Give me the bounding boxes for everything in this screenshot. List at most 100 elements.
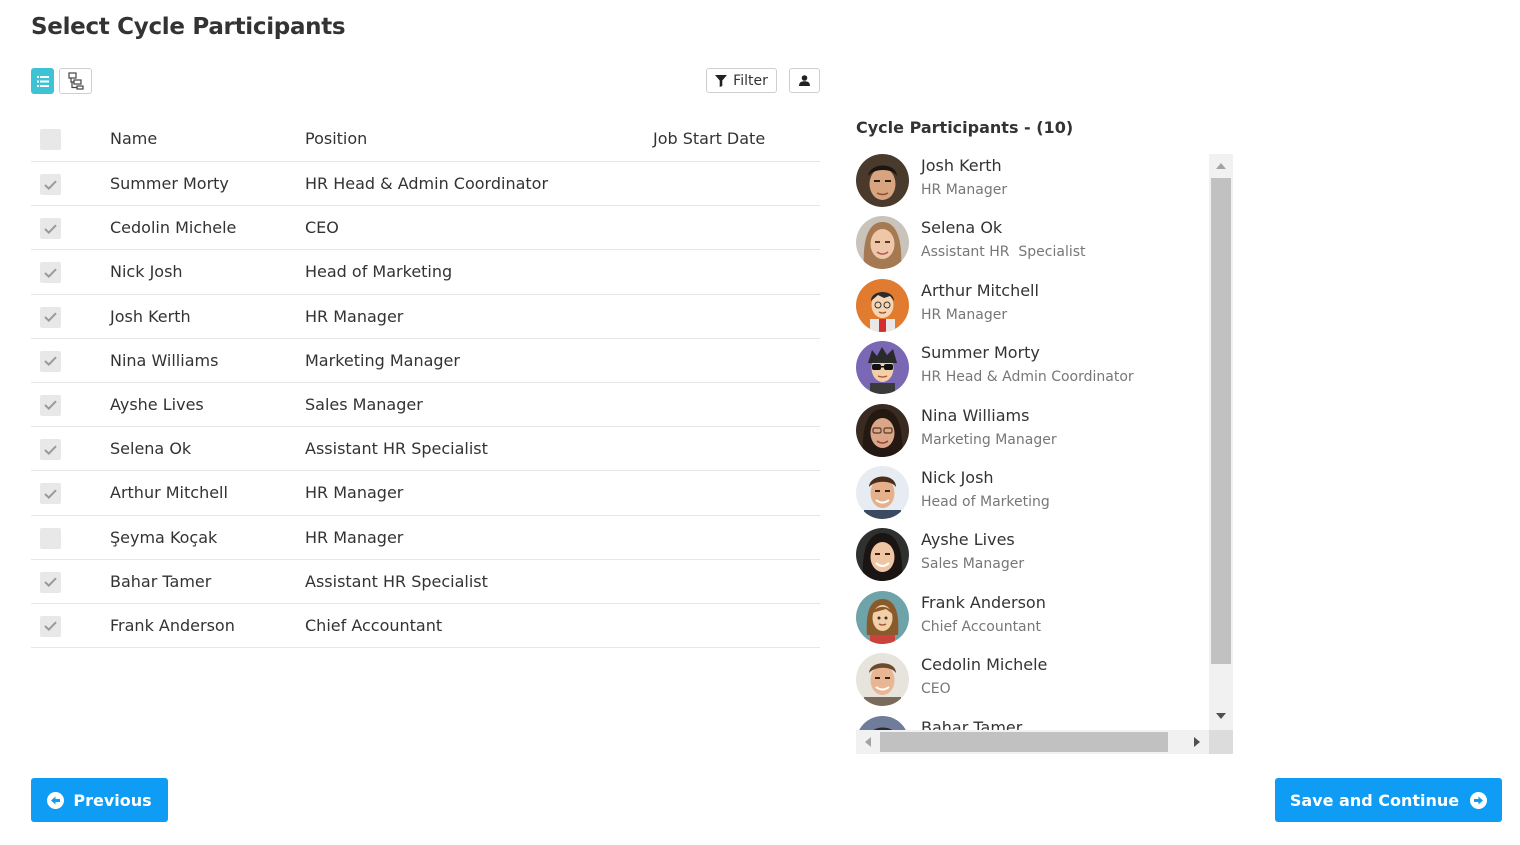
cell-position: HR Manager bbox=[305, 527, 404, 547]
participant-item[interactable]: Frank Anderson Chief Accountant bbox=[856, 590, 1209, 653]
participant-name: Josh Kerth bbox=[921, 156, 1002, 175]
select-all-checkbox[interactable] bbox=[40, 129, 61, 150]
cell-name: Selena Ok bbox=[110, 439, 192, 459]
table-row[interactable]: Summer Morty HR Head & Admin Coordinator bbox=[31, 162, 820, 207]
table-row[interactable]: Şeyma Koçak HR Manager bbox=[31, 516, 820, 560]
checkmark-icon bbox=[44, 621, 57, 632]
list-view-button[interactable] bbox=[31, 68, 54, 94]
row-checkbox[interactable] bbox=[40, 350, 61, 372]
participant-item[interactable]: Bahar Tamer bbox=[856, 715, 1209, 730]
list-icon bbox=[36, 75, 49, 87]
header-name[interactable]: Name bbox=[110, 129, 157, 148]
cell-name: Josh Kerth bbox=[110, 306, 191, 326]
cell-name: Cedolin Michele bbox=[110, 218, 237, 238]
scrollbar-corner bbox=[1209, 730, 1233, 754]
vertical-scrollbar[interactable] bbox=[1209, 154, 1233, 730]
table-row[interactable]: Ayshe Lives Sales Manager bbox=[31, 383, 820, 428]
cell-name: Frank Anderson bbox=[110, 615, 235, 635]
table-row[interactable]: Nina Williams Marketing Manager bbox=[31, 339, 820, 383]
participant-item[interactable]: Cedolin Michele CEO bbox=[856, 653, 1209, 715]
row-checkbox[interactable] bbox=[40, 483, 61, 505]
scroll-up-arrow-icon[interactable] bbox=[1209, 156, 1233, 176]
row-checkbox[interactable] bbox=[40, 306, 61, 328]
cell-position: Assistant HR Specialist bbox=[305, 439, 488, 459]
avatar bbox=[856, 341, 909, 395]
avatar bbox=[856, 653, 909, 707]
filter-label: Filter bbox=[733, 72, 768, 89]
row-checkbox[interactable] bbox=[40, 174, 61, 195]
avatar bbox=[856, 465, 909, 519]
row-checkbox[interactable] bbox=[40, 262, 61, 284]
participant-item[interactable]: Selena Ok Assistant HR Specialist bbox=[856, 216, 1209, 278]
header-position[interactable]: Position bbox=[305, 129, 367, 148]
avatar bbox=[856, 278, 909, 332]
checkmark-icon bbox=[44, 489, 57, 499]
user-filter-button[interactable] bbox=[789, 68, 820, 93]
participant-name: Ayshe Lives bbox=[921, 530, 1015, 550]
row-checkbox[interactable] bbox=[40, 527, 61, 549]
cell-position: Sales Manager bbox=[305, 394, 423, 414]
table-row[interactable]: Nick Josh Head of Marketing bbox=[31, 250, 820, 295]
checkmark-icon bbox=[44, 400, 57, 411]
participant-position: Head of Marketing bbox=[921, 493, 1050, 510]
row-checkbox[interactable] bbox=[40, 218, 61, 240]
save-label: Save and Continue bbox=[1289, 790, 1460, 810]
table-row[interactable]: Josh Kerth HR Manager bbox=[31, 295, 820, 339]
table-row[interactable]: Frank Anderson Chief Accountant bbox=[31, 604, 820, 649]
participant-name: Frank Anderson bbox=[921, 592, 1046, 612]
horizontal-scroll-thumb[interactable] bbox=[880, 732, 1168, 752]
participant-item[interactable]: Nina Williams Marketing Manager bbox=[856, 403, 1209, 466]
user-icon bbox=[799, 75, 810, 86]
row-checkbox[interactable] bbox=[40, 571, 61, 593]
avatar bbox=[856, 403, 909, 457]
checkmark-icon bbox=[44, 180, 57, 190]
cell-position: CEO bbox=[305, 218, 339, 238]
participant-position: Sales Manager bbox=[921, 556, 1025, 573]
row-checkbox[interactable] bbox=[40, 439, 61, 461]
participant-name: Summer Morty bbox=[921, 343, 1040, 363]
header-job-start-date[interactable]: Job Start Date bbox=[653, 129, 765, 148]
arrow-circle-left-icon bbox=[47, 791, 65, 809]
horizontal-scrollbar[interactable] bbox=[856, 730, 1209, 754]
checkmark-icon bbox=[44, 268, 57, 278]
participant-item[interactable]: Nick Josh Head of Marketing bbox=[856, 465, 1209, 528]
participants-title: Cycle Participants - (10) bbox=[856, 118, 1074, 137]
arrow-circle-right-icon bbox=[1470, 791, 1488, 809]
cell-name: Nina Williams bbox=[110, 350, 219, 370]
cell-name: Şeyma Koçak bbox=[110, 527, 218, 547]
participants-panel: Josh Kerth HR Manager Selena Ok Assistant H… bbox=[856, 154, 1233, 754]
cell-position: Assistant HR Specialist bbox=[305, 571, 488, 591]
participant-item[interactable]: Summer Morty HR Head & Admin Coordinator bbox=[856, 341, 1209, 403]
cell-name: Nick Josh bbox=[110, 262, 183, 282]
table-row[interactable]: Cedolin Michele CEO bbox=[31, 206, 820, 251]
participant-position: CEO bbox=[921, 681, 951, 698]
checkmark-icon bbox=[44, 312, 57, 323]
save-and-continue-button[interactable]: Save and Continue bbox=[1275, 778, 1502, 822]
previous-button[interactable]: Previous bbox=[31, 778, 168, 822]
filter-button[interactable]: Filter bbox=[706, 68, 777, 93]
participant-item[interactable]: Arthur Mitchell HR Manager bbox=[856, 278, 1209, 341]
scroll-down-arrow-icon[interactable] bbox=[1209, 706, 1233, 726]
table-row[interactable]: Bahar Tamer Assistant HR Specialist bbox=[31, 560, 820, 604]
participant-position: Marketing Manager bbox=[921, 431, 1057, 448]
scroll-left-arrow-icon[interactable] bbox=[856, 730, 880, 754]
vertical-scroll-thumb[interactable] bbox=[1211, 178, 1231, 664]
avatar bbox=[856, 216, 909, 270]
table-row[interactable]: Arthur Mitchell HR Manager bbox=[31, 471, 820, 516]
participant-item[interactable]: Ayshe Lives Sales Manager bbox=[856, 528, 1209, 590]
tree-view-button[interactable] bbox=[59, 68, 92, 94]
scroll-right-arrow-icon[interactable] bbox=[1185, 730, 1209, 754]
cell-position: HR Head & Admin Coordinator bbox=[305, 174, 549, 193]
table-row[interactable]: Selena Ok Assistant HR Specialist bbox=[31, 427, 820, 472]
participant-name: Selena Ok bbox=[921, 218, 1003, 238]
page-title: Select Cycle Participants bbox=[31, 14, 346, 40]
avatar bbox=[856, 715, 909, 730]
participant-item[interactable]: Josh Kerth HR Manager bbox=[856, 154, 1209, 216]
avatar bbox=[856, 590, 909, 644]
row-checkbox[interactable] bbox=[40, 615, 61, 637]
cell-position: Marketing Manager bbox=[305, 350, 460, 370]
row-checkbox[interactable] bbox=[40, 394, 61, 416]
avatar bbox=[856, 528, 909, 582]
previous-label: Previous bbox=[73, 790, 152, 810]
funnel-icon bbox=[715, 74, 728, 87]
